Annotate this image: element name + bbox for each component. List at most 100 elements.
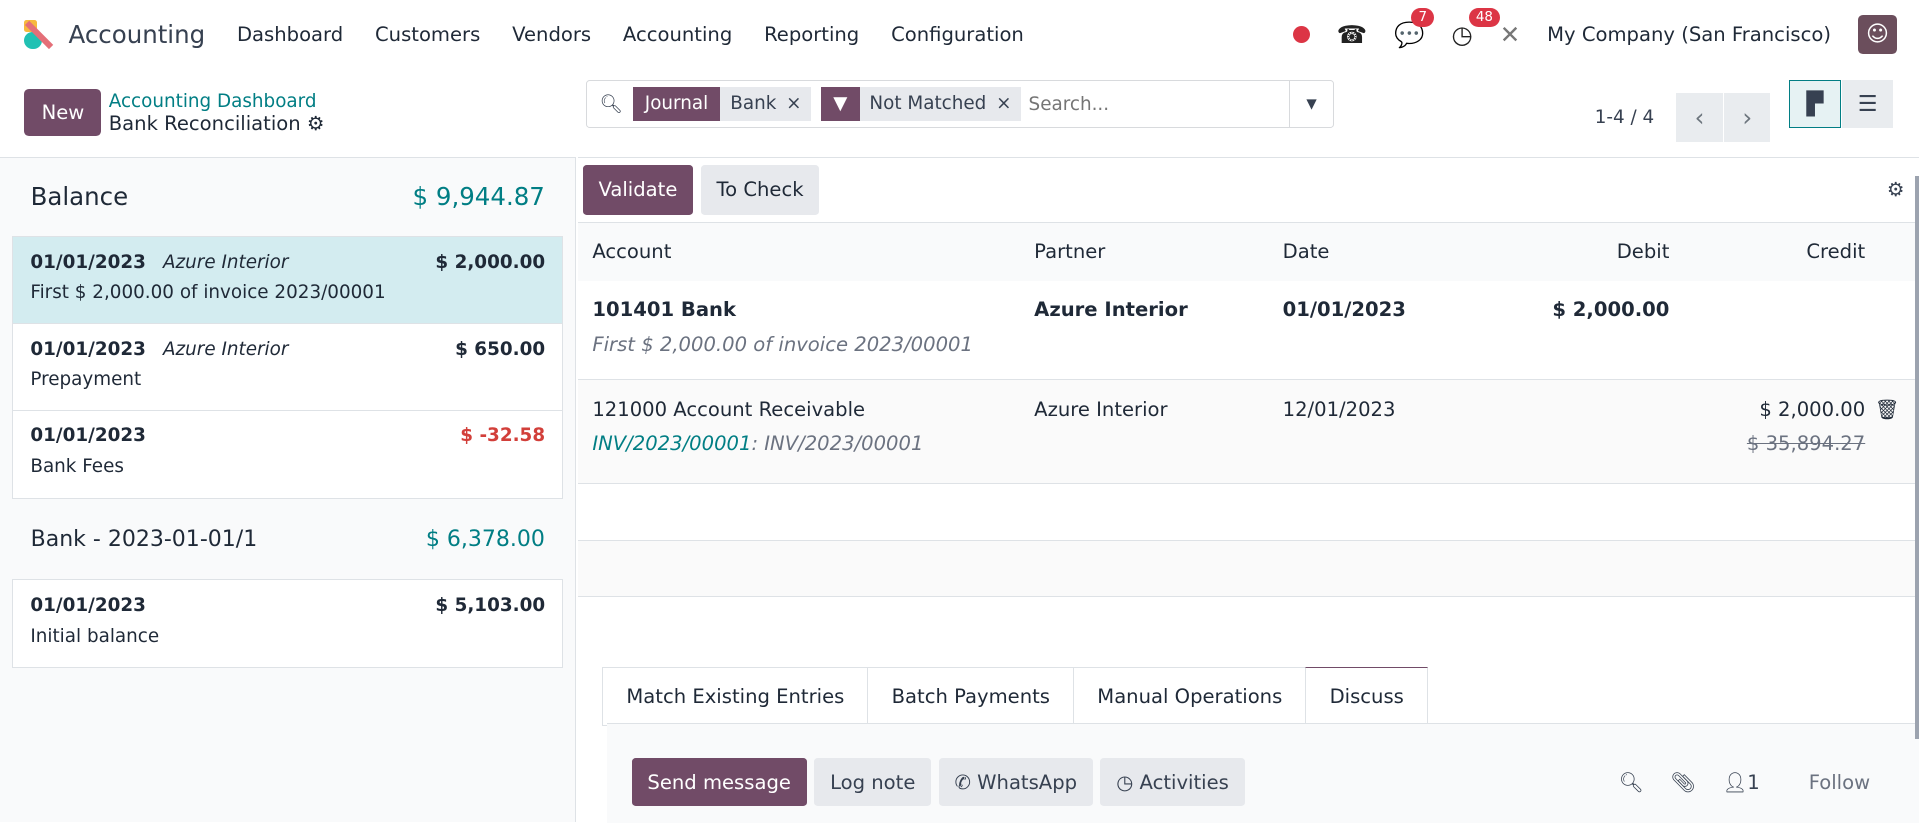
messages-badge: 7 [1411, 7, 1435, 28]
search-bar: 🔍︎ Journal Bank × ▼ Not Matched × ▼ [586, 79, 1335, 129]
row-debit: $ 2,000.00 [1552, 298, 1670, 322]
menu-customers[interactable]: Customers [375, 23, 480, 46]
remove-facet-icon[interactable]: × [786, 93, 801, 114]
line-date: 01/01/2023 [30, 425, 146, 447]
top-navbar: Accounting Dashboard Customers Vendors A… [0, 0, 1919, 69]
bank-statement-lines-panel: Balance $ 9,944.87 01/01/2023 Azure Interi… [0, 156, 577, 823]
facet-value: Bank [730, 92, 777, 114]
tab-match-existing-entries[interactable]: Match Existing Entries [602, 666, 869, 727]
messages-icon[interactable]: 💬 7 [1394, 7, 1435, 49]
activities-icon[interactable]: ◷ 48 [1451, 7, 1501, 49]
menu-reporting[interactable]: Reporting [764, 23, 859, 46]
line-amount: $ 650.00 [455, 338, 546, 360]
statement-line[interactable]: 01/01/2023 Azure Interior $ 2,000.00 First … [13, 236, 563, 324]
user-avatar[interactable]: ☺ [1857, 14, 1898, 54]
menu-vendors[interactable]: Vendors [512, 23, 591, 46]
debug-tools-icon[interactable]: ✕ [1500, 20, 1521, 49]
facet-value: Not Matched [869, 92, 987, 114]
table-row[interactable]: 101401 Bank Azure Interior 01/01/2023 $ … [577, 281, 1919, 381]
delete-trash-icon[interactable]: 🗑︎ [1875, 398, 1900, 421]
line-date: 01/01/2023 [30, 338, 146, 360]
settings-gear-icon[interactable]: ⚙ [1887, 178, 1905, 201]
followers-button[interactable]: 👤︎1 [1722, 771, 1759, 794]
table-row[interactable]: 121000 Account Receivable Azure Interior… [577, 380, 1919, 485]
control-panel: New Accounting Dashboard Bank Reconcilia… [0, 69, 1919, 157]
breadcrumb-current: Bank Reconciliation [108, 111, 301, 135]
search-input[interactable] [1028, 93, 1274, 115]
row-label: First $ 2,000.00 of invoice 2023/00001 [592, 332, 973, 356]
menu-dashboard[interactable]: Dashboard [237, 23, 343, 46]
whatsapp-label: WhatsApp [977, 770, 1078, 794]
tab-batch-payments[interactable]: Batch Payments [867, 666, 1075, 727]
chatter: Send message Log note ✆ WhatsApp ◷ Activ… [607, 723, 1919, 823]
filter-icon: ▼ [821, 86, 860, 122]
table-header: Account Partner Date Debit Credit [577, 222, 1919, 282]
menu-configuration[interactable]: Configuration [891, 23, 1024, 46]
to-check-button[interactable]: To Check [700, 164, 820, 215]
statement-line[interactable]: 01/01/2023 Azure Interior $ 650.00 Prepayme… [13, 324, 563, 411]
gear-icon[interactable]: ⚙ [307, 112, 325, 135]
facet-journal: Journal Bank × [632, 86, 812, 122]
row-original-amount: $ 35,894.27 [1746, 431, 1866, 455]
send-message-button[interactable]: Send message [631, 758, 807, 806]
line-label: First $ 2,000.00 of invoice 2023/00001 [30, 282, 386, 304]
header-credit: Credit [1806, 240, 1866, 264]
line-label: Prepayment [30, 369, 142, 391]
whatsapp-button[interactable]: ✆ WhatsApp [938, 758, 1093, 806]
attachment-icon[interactable]: 📎︎ [1671, 771, 1696, 794]
statement-line[interactable]: 01/01/2023 $ 5,103.00 Initial balance [13, 580, 562, 667]
reconciliation-panel: Validate To Check ⚙ Account Partner Date… [577, 156, 1919, 823]
line-amount: $ 5,103.00 [435, 595, 546, 617]
invoice-link[interactable]: INV/2023/00001 [592, 432, 751, 455]
whatsapp-icon: ✆ [954, 770, 978, 794]
pager-next-button[interactable]: › [1723, 93, 1771, 142]
new-button[interactable]: New [24, 88, 102, 137]
header-account: Account [592, 240, 672, 264]
kanban-view-button[interactable]: ▛ [1789, 79, 1841, 129]
line-label: Initial balance [30, 625, 160, 647]
search-messages-icon[interactable]: 🔍︎ [1619, 771, 1644, 794]
activities-label: Activities [1139, 770, 1229, 794]
phone-icon[interactable]: ☎ [1337, 20, 1367, 49]
search-icon: 🔍︎ [599, 93, 623, 115]
breadcrumb-accounting-dashboard[interactable]: Accounting Dashboard [109, 91, 325, 112]
empty-row [577, 540, 1919, 597]
validate-button[interactable]: Validate [582, 164, 694, 215]
tab-manual-operations[interactable]: Manual Operations [1073, 666, 1307, 727]
clock-icon: ◷ [1116, 770, 1140, 794]
app-logo-icon[interactable] [22, 17, 56, 51]
log-note-button[interactable]: Log note [814, 758, 932, 806]
balance-amount: $ 9,944.87 [412, 182, 545, 212]
recording-icon[interactable] [1292, 25, 1310, 43]
scrollbar[interactable] [1915, 176, 1919, 739]
statement-line[interactable]: 01/01/2023 $ -32.58 Bank Fees [13, 411, 562, 498]
remove-facet-icon[interactable]: × [996, 93, 1011, 114]
line-label: Bank Fees [30, 456, 124, 478]
search-dropdown-toggle[interactable]: ▼ [1288, 80, 1333, 128]
line-partner: Azure Interior [163, 251, 289, 273]
list-view-button[interactable]: ☰ [1841, 79, 1894, 129]
follow-button[interactable]: Follow [1809, 771, 1870, 794]
activities-badge: 48 [1468, 7, 1501, 28]
facet-filter: ▼ Not Matched × [821, 86, 1022, 122]
header-date: Date [1282, 240, 1330, 264]
followers-count: 1 [1747, 770, 1760, 794]
header-partner: Partner [1034, 240, 1106, 264]
menu-accounting[interactable]: Accounting [623, 23, 732, 46]
pager-previous-button[interactable]: ‹ [1676, 93, 1723, 142]
facet-label: Journal [632, 86, 721, 122]
activities-button[interactable]: ◷ Activities [1100, 758, 1245, 806]
row-partner: Azure Interior [1034, 298, 1188, 322]
app-name[interactable]: Accounting [69, 20, 206, 49]
statement-name[interactable]: Bank - 2023-01-01/1 [31, 527, 258, 552]
line-date: 01/01/2023 [30, 595, 146, 617]
breadcrumb: Accounting Dashboard Bank Reconciliation… [109, 91, 325, 135]
tab-discuss[interactable]: Discuss [1305, 666, 1429, 727]
line-amount: $ -32.58 [460, 425, 546, 447]
pager-value[interactable]: 1-4 / 4 [1595, 107, 1654, 128]
row-credit: $ 2,000.00 [1759, 397, 1866, 421]
row-date: 12/01/2023 [1282, 397, 1396, 421]
row-date: 01/01/2023 [1282, 298, 1406, 322]
company-switcher[interactable]: My Company (San Francisco) [1547, 23, 1831, 46]
header-debit: Debit [1616, 240, 1670, 264]
